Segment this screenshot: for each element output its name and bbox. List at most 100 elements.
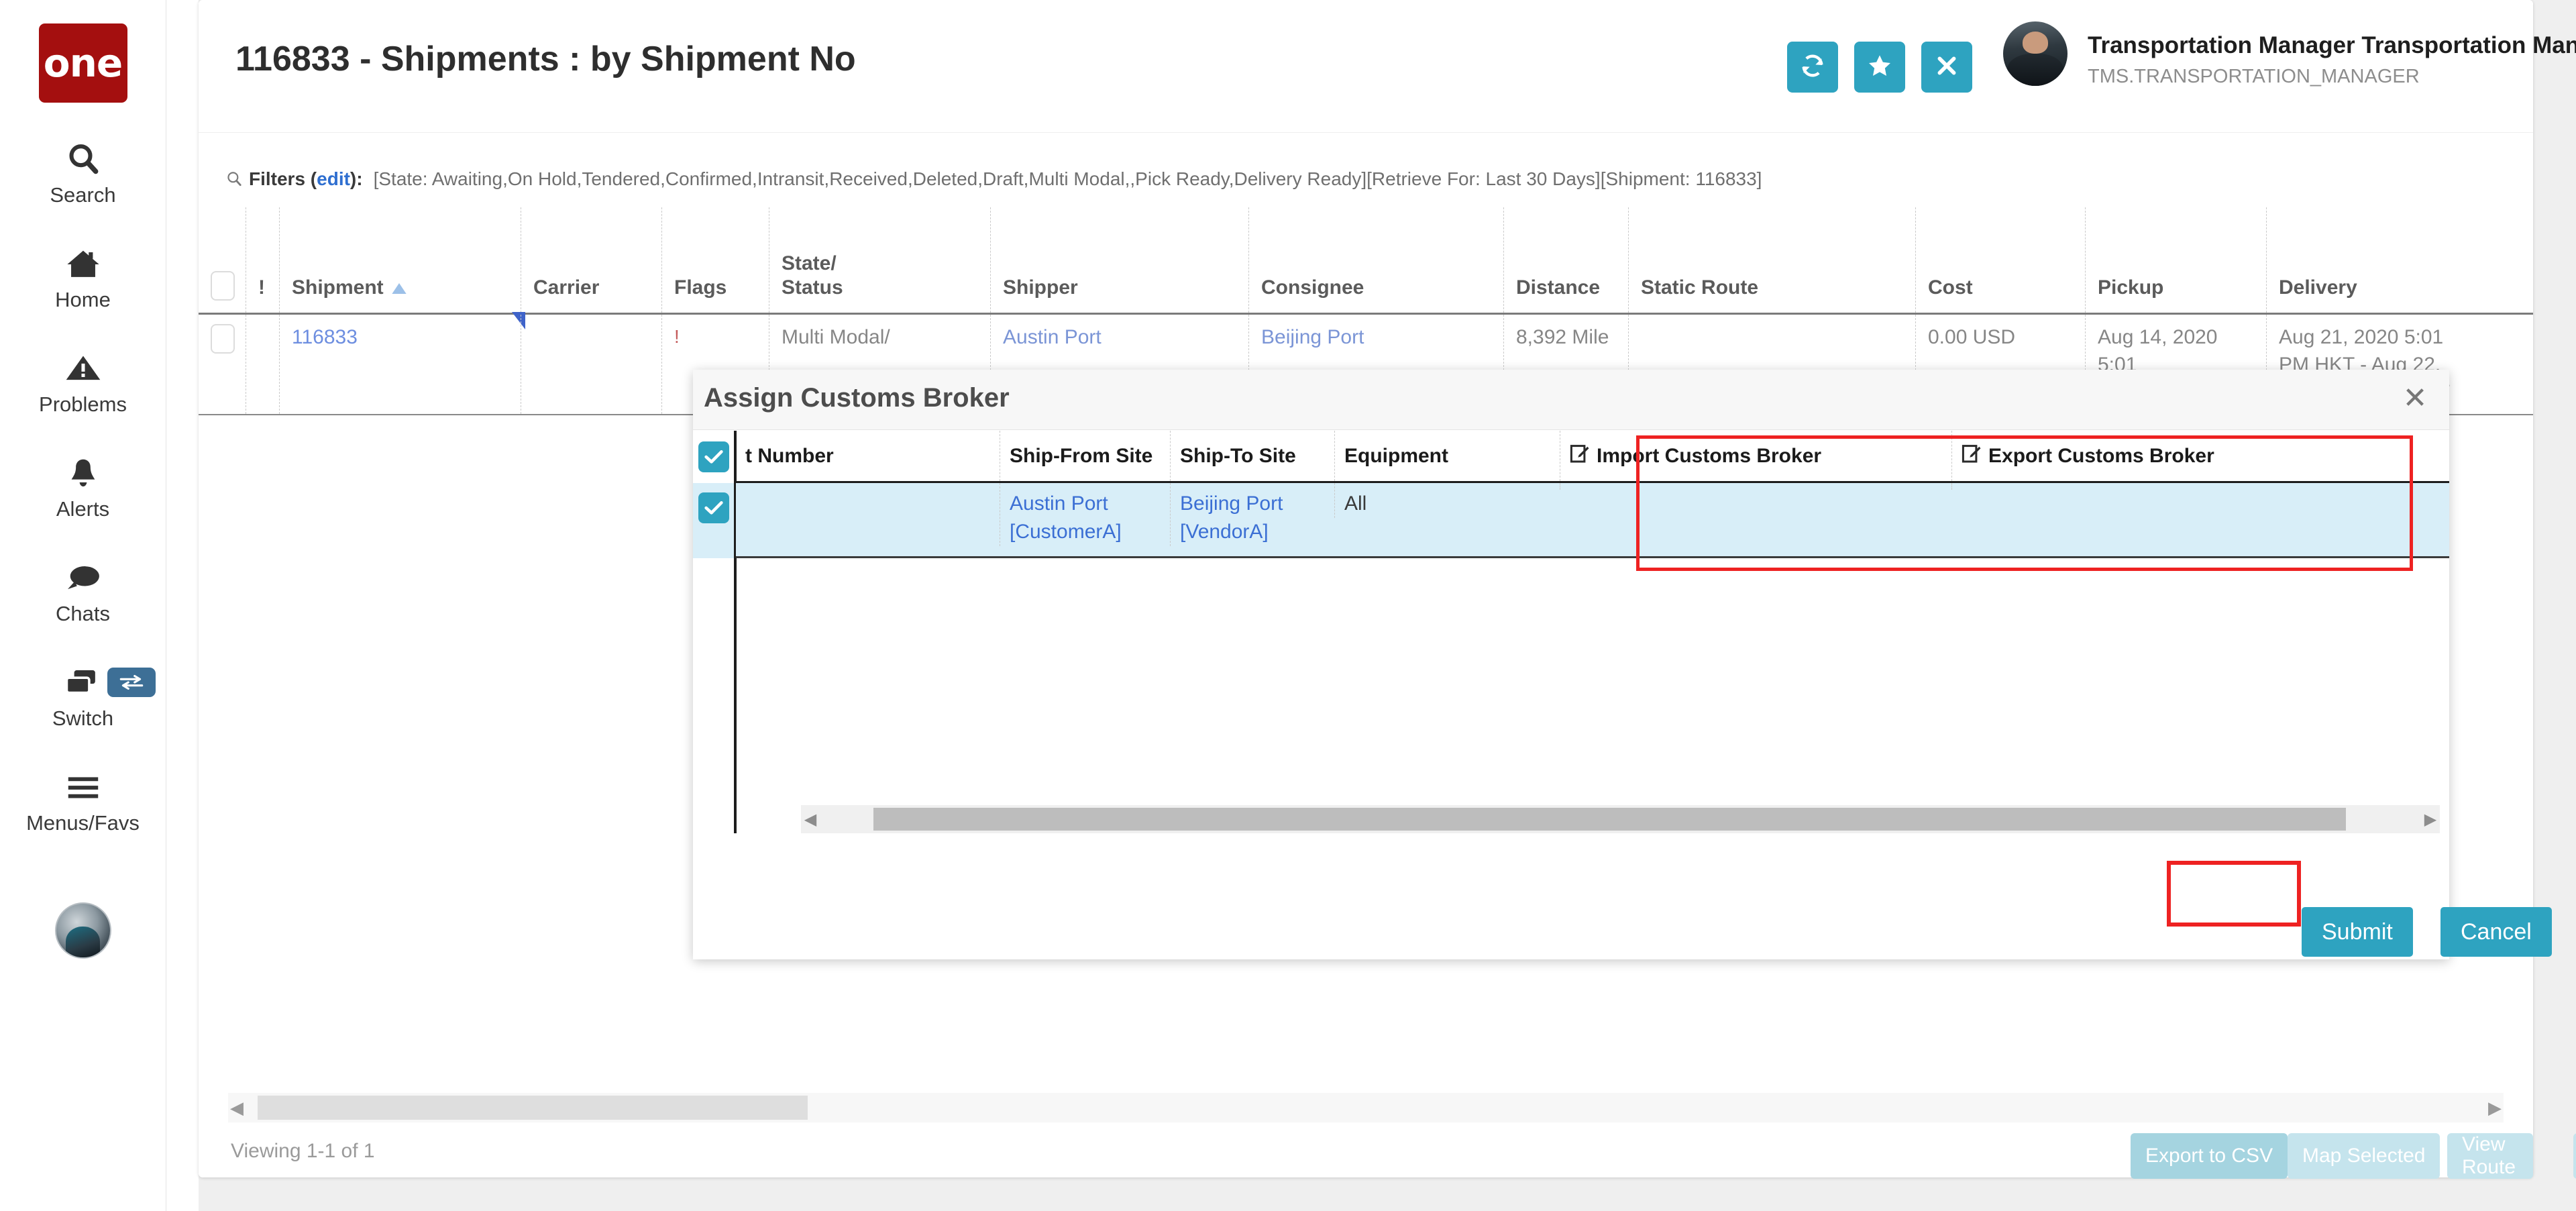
dialog-header-label: Import Customs Broker bbox=[1597, 445, 1821, 468]
grid-col-shipment[interactable]: Shipment bbox=[279, 207, 521, 313]
dialog-col-export-customs-broker[interactable]: Export Customs Broker bbox=[1951, 431, 2343, 481]
sidebar-item-menus-favs[interactable]: Menus/Favs bbox=[0, 767, 166, 835]
grid-col-state-status[interactable]: State/ Status bbox=[769, 207, 990, 313]
grid-col-distance[interactable]: Distance bbox=[1503, 207, 1628, 313]
dialog-scroll-left-arrow-icon[interactable]: ◀ bbox=[801, 810, 820, 829]
dialog-col-ship-to-site[interactable]: Ship-To Site bbox=[1170, 431, 1334, 481]
grid-col-cost[interactable]: Cost bbox=[1915, 207, 2085, 313]
grid-col-flags[interactable]: Flags bbox=[661, 207, 769, 313]
grid-col-shipper[interactable]: Shipper bbox=[990, 207, 1248, 313]
grid-header-label: Static Route bbox=[1641, 276, 1903, 301]
ship-to-line2[interactable]: [VendorA] bbox=[1180, 518, 1269, 546]
dialog-cell-import-customs-broker[interactable] bbox=[1560, 483, 1951, 490]
view-route-label: View Route bbox=[2462, 1133, 2518, 1179]
dialog-scrollbar-track[interactable] bbox=[820, 808, 2421, 831]
favorite-button[interactable] bbox=[1854, 42, 1905, 93]
sidebar-item-alerts[interactable]: Alerts bbox=[0, 453, 166, 521]
grid-col-delivery[interactable]: Delivery bbox=[2266, 207, 2508, 313]
grid-horizontal-scrollbar[interactable]: ◀ ▶ bbox=[228, 1093, 2504, 1122]
user-avatar[interactable] bbox=[2003, 21, 2068, 86]
dialog-select-column bbox=[693, 431, 736, 833]
dialog-header-row: t Number Ship-From Site Ship-To Site Equ… bbox=[736, 431, 2449, 483]
sidebar-item-home[interactable]: Home bbox=[0, 244, 166, 312]
sidebar-avatar[interactable] bbox=[55, 902, 111, 959]
dialog-col-equipment[interactable]: Equipment bbox=[1334, 431, 1560, 481]
left-sidebar: one Search Home Problems Alerts bbox=[0, 0, 166, 1211]
star-icon bbox=[1866, 52, 1893, 83]
page-title: 116833 - Shipments : by Shipment No bbox=[235, 39, 856, 79]
grid-col-alert[interactable]: ! bbox=[246, 207, 279, 313]
edit-pencil-icon bbox=[1570, 443, 1590, 469]
dialog-select-all-checkbox[interactable] bbox=[698, 441, 729, 472]
close-tab-button[interactable] bbox=[1921, 42, 1972, 93]
sidebar-item-problems[interactable]: Problems bbox=[0, 348, 166, 417]
sidebar-item-search[interactable]: Search bbox=[0, 139, 166, 207]
dialog-row-select-cell bbox=[693, 483, 734, 558]
filters-edit-link[interactable]: edit bbox=[317, 168, 350, 190]
grid-col-pickup[interactable]: Pickup bbox=[2085, 207, 2266, 313]
export-to-csv-button[interactable]: Export to CSV bbox=[2131, 1133, 2288, 1179]
submit-button[interactable]: Submit bbox=[2302, 907, 2413, 957]
shipment-link[interactable]: 116833 bbox=[292, 324, 508, 352]
dialog-scrollbar-thumb[interactable] bbox=[873, 808, 2346, 831]
grid-col-consignee[interactable]: Consignee bbox=[1248, 207, 1503, 313]
home-icon bbox=[64, 244, 103, 285]
flag-exclamation-icon: ! bbox=[674, 324, 757, 350]
filters-bar[interactable]: Filters ( edit ): [State: Awaiting,On Ho… bbox=[199, 160, 2533, 198]
close-icon[interactable]: ✕ bbox=[2398, 382, 2432, 415]
select-all-checkbox[interactable] bbox=[211, 271, 235, 301]
sidebar-item-chats[interactable]: Chats bbox=[0, 558, 166, 626]
dialog-cell-export-customs-broker[interactable] bbox=[1951, 483, 2343, 490]
map-selected-button[interactable]: Map Selected bbox=[2288, 1133, 2440, 1179]
dialog-col-ship-from-site[interactable]: Ship-From Site bbox=[1000, 431, 1170, 481]
row-alert-cell bbox=[246, 315, 279, 414]
ship-to-line1[interactable]: Beijing Port bbox=[1180, 490, 1283, 518]
dialog-title: Assign Customs Broker bbox=[704, 383, 1010, 413]
row-shipment-cell: 116833 bbox=[279, 315, 521, 414]
state-status-value: Multi Modal/ bbox=[782, 324, 978, 352]
cancel-label: Cancel bbox=[2461, 919, 2532, 945]
app-logo[interactable]: one bbox=[39, 23, 127, 103]
consignee-link[interactable]: Beijing Port bbox=[1261, 324, 1491, 352]
grid-header-label: Delivery bbox=[2279, 276, 2496, 301]
view-route-button[interactable]: View Route bbox=[2447, 1133, 2533, 1179]
grid-header-label: ! bbox=[258, 276, 267, 301]
grid-header-label: Distance bbox=[1516, 276, 1616, 301]
map-selected-label: Map Selected bbox=[2302, 1145, 2425, 1167]
ship-from-line2[interactable]: [CustomerA] bbox=[1010, 518, 1122, 546]
row-select-cell bbox=[199, 315, 246, 414]
grid-header-label: Cost bbox=[1928, 276, 2073, 301]
scrollbar-track[interactable] bbox=[246, 1096, 2486, 1120]
sidebar-item-label: Home bbox=[55, 288, 111, 312]
row-checkbox[interactable] bbox=[211, 324, 235, 354]
ship-from-line1[interactable]: Austin Port bbox=[1010, 490, 1108, 518]
dialog-table-row[interactable]: Austin Port [CustomerA] Beijing Port [Ve… bbox=[736, 483, 2449, 558]
page-header: 116833 - Shipments : by Shipment No bbox=[199, 0, 2533, 133]
grid-col-carrier[interactable]: Carrier bbox=[521, 207, 661, 313]
scroll-right-arrow-icon[interactable]: ▶ bbox=[2486, 1098, 2504, 1118]
grid-header-label-line1: State/ bbox=[782, 252, 978, 276]
distance-value: 8,392 Mile bbox=[1516, 324, 1616, 352]
dialog-col-number[interactable]: t Number bbox=[736, 431, 1000, 481]
dialog-grid: t Number Ship-From Site Ship-To Site Equ… bbox=[736, 431, 2449, 558]
grid-col-static-route[interactable]: Static Route bbox=[1628, 207, 1915, 313]
dialog-scroll-right-arrow-icon[interactable]: ▶ bbox=[2421, 810, 2440, 829]
actions-button[interactable]: Actions ▼ bbox=[2573, 1133, 2576, 1179]
dialog-row-checkbox[interactable] bbox=[698, 492, 729, 523]
delivery-line1: Aug 21, 2020 5:01 bbox=[2279, 324, 2496, 352]
dialog-header-label: Ship-To Site bbox=[1180, 445, 1296, 468]
dialog-header-label: t Number bbox=[745, 445, 834, 468]
shipper-link[interactable]: Austin Port bbox=[1003, 324, 1236, 352]
switch-toggle-badge[interactable] bbox=[107, 668, 156, 697]
dialog-footer: Submit Cancel bbox=[693, 894, 2449, 974]
sidebar-item-label: Problems bbox=[39, 392, 127, 417]
viewing-count: Viewing 1-1 of 1 bbox=[231, 1140, 375, 1163]
sidebar-item-switch[interactable]: Switch bbox=[0, 662, 166, 731]
scrollbar-thumb[interactable] bbox=[258, 1096, 808, 1120]
cancel-button[interactable]: Cancel bbox=[2440, 907, 2552, 957]
scroll-left-arrow-icon[interactable]: ◀ bbox=[228, 1098, 246, 1118]
dialog-body: t Number Ship-From Site Ship-To Site Equ… bbox=[693, 431, 2449, 959]
dialog-col-import-customs-broker[interactable]: Import Customs Broker bbox=[1560, 431, 1951, 481]
dialog-horizontal-scrollbar[interactable]: ◀ ▶ bbox=[801, 805, 2440, 833]
refresh-button[interactable] bbox=[1787, 42, 1838, 93]
